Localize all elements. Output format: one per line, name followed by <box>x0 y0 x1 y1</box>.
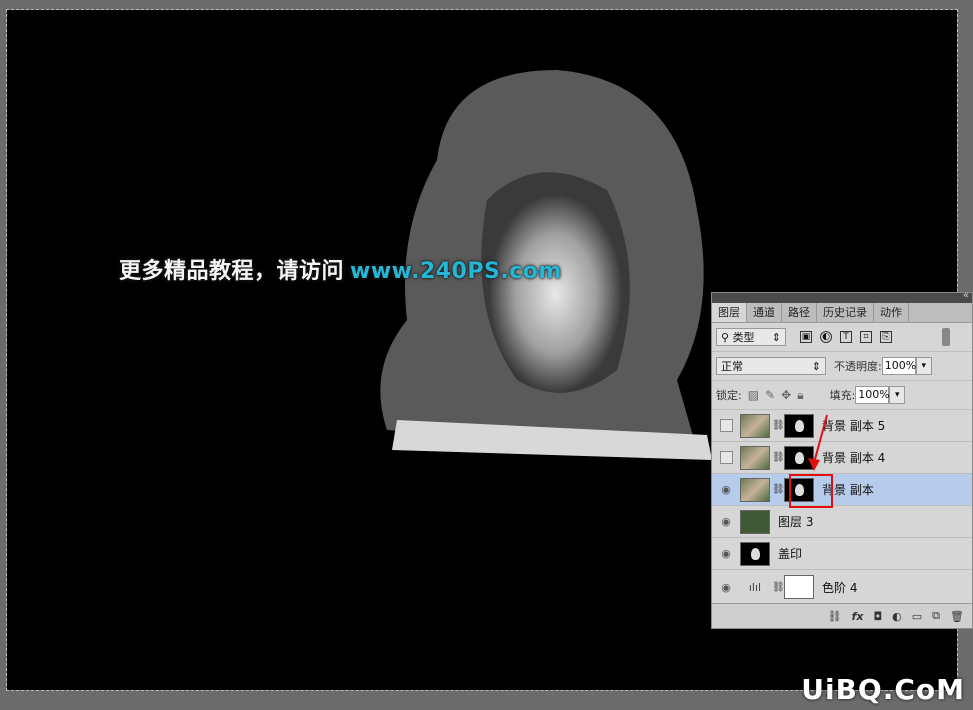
annotation-arrow <box>808 414 828 471</box>
link-icon[interactable]: ⛓ <box>772 484 785 495</box>
eye-icon[interactable]: ◉ <box>721 581 731 594</box>
tab-history[interactable]: 历史记录 <box>817 303 874 322</box>
filter-type-select[interactable]: ⚲ 类型 ⇕ <box>716 328 786 346</box>
chevron-down-icon: ⇕ <box>811 359 821 373</box>
filter-row: ⚲ 类型 ⇕ ▣ ◐ T ⌗ ⎘ <box>712 323 972 352</box>
panel-tabs: 图层 通道 路径 历史记录 动作 <box>712 303 972 323</box>
smart-object-filter-icon[interactable]: ⎘ <box>880 331 892 343</box>
panel-header: « <box>712 290 972 303</box>
opacity-input[interactable]: 100% <box>881 357 916 375</box>
visibility-toggle[interactable] <box>719 451 733 464</box>
shape-filter-icon[interactable]: ⌗ <box>860 331 872 343</box>
tab-channels[interactable]: 通道 <box>747 303 782 322</box>
fill-label: 填充: <box>829 389 856 402</box>
search-icon: ⚲ <box>721 330 733 344</box>
lock-label: 锁定: <box>716 389 742 402</box>
filter-icons: ▣ ◐ T ⌗ ⎘ <box>800 331 892 343</box>
brand-logo: UiBQ.CoM <box>801 673 965 706</box>
eye-icon[interactable]: ◉ <box>721 515 731 528</box>
eye-icon[interactable]: ◉ <box>721 547 731 560</box>
collapse-icon[interactable]: « <box>963 290 969 301</box>
layer-thumbnail <box>740 413 770 438</box>
eye-icon[interactable]: ◉ <box>721 483 731 496</box>
layer-thumbnail <box>740 509 770 534</box>
layer-row[interactable]: ◉ ılıl ⛓ 色阶 4 <box>712 570 972 605</box>
adjustment-filter-icon[interactable]: ◐ <box>820 331 832 343</box>
watermark-cn: 更多精品教程，请访问 <box>119 259 345 284</box>
lock-row: 锁定: ▨ ✎ ✥ 🔒︎ 填充: 100% ▾ <box>712 381 972 410</box>
filter-toggle[interactable] <box>942 328 950 346</box>
watermark-text: 更多精品教程，请访问 www.240PS.com <box>119 253 562 285</box>
pixel-filter-icon[interactable]: ▣ <box>800 331 812 343</box>
panel-bottom-bar: ⛓ fx ◘ ◐ ▭ ⧉ 🗑︎ <box>712 603 972 628</box>
tab-paths[interactable]: 路径 <box>782 303 817 322</box>
type-filter-icon[interactable]: T <box>840 331 852 343</box>
blend-mode-select[interactable]: 正常 ⇕ <box>716 357 826 375</box>
add-mask-icon[interactable]: ◘ <box>873 610 882 623</box>
blend-mode-value: 正常 <box>721 360 743 373</box>
layer-name: 色阶 4 <box>822 580 858 595</box>
link-icon[interactable]: ⛓ <box>772 582 785 593</box>
tab-actions[interactable]: 动作 <box>874 303 909 322</box>
link-icon[interactable]: ⛓ <box>772 452 785 463</box>
new-group-icon[interactable]: ▭ <box>912 610 922 623</box>
lock-all-icon[interactable]: 🔒︎ <box>797 388 803 403</box>
opacity-label: 不透明度: <box>834 360 882 373</box>
layer-row[interactable]: ◉ 图层 3 <box>712 506 972 538</box>
layer-thumbnail <box>740 477 770 502</box>
layer-row[interactable]: ◉ 盖印 <box>712 538 972 570</box>
layers-panel: « 图层 通道 路径 历史记录 动作 ⚲ 类型 ⇕ ▣ ◐ T ⌗ ⎘ 正常 ⇕ 不… <box>711 290 973 629</box>
opacity-dropdown-icon[interactable]: ▾ <box>915 357 932 375</box>
adjustment-layer-icon[interactable]: ◐ <box>892 610 902 623</box>
fx-icon[interactable]: fx <box>852 610 864 623</box>
blend-row: 正常 ⇕ 不透明度: 100% ▾ <box>712 352 972 381</box>
tab-layers[interactable]: 图层 <box>712 303 747 322</box>
layer-thumbnail <box>740 445 770 470</box>
filter-type-label: 类型 <box>732 331 755 344</box>
lock-pixels-icon[interactable]: ✎ <box>765 388 775 402</box>
layer-row[interactable]: ⛓ 背景 副本 4 <box>712 442 972 474</box>
layer-row[interactable]: ⛓ 背景 副本 5 <box>712 410 972 442</box>
chevron-down-icon: ⇕ <box>771 330 781 344</box>
fill-dropdown-icon[interactable]: ▾ <box>889 386 906 404</box>
watermark-url: www.240PS.com <box>350 259 562 284</box>
link-icon[interactable]: ⛓ <box>772 420 785 431</box>
layer-row-selected[interactable]: ◉ ⛓ 背景 副本 <box>712 474 972 508</box>
layer-mask-thumbnail[interactable] <box>784 575 814 599</box>
lock-position-icon[interactable]: ✥ <box>781 388 791 402</box>
mask-highlight-box <box>789 474 833 508</box>
fill-input[interactable]: 100% <box>855 386 890 404</box>
new-layer-icon[interactable]: ⧉ <box>932 609 940 623</box>
layer-thumbnail <box>740 541 770 566</box>
lock-transparent-icon[interactable]: ▨ <box>748 388 759 402</box>
trash-icon[interactable]: 🗑︎ <box>950 610 964 623</box>
visibility-toggle[interactable] <box>719 419 733 432</box>
layer-name: 盖印 <box>778 547 803 561</box>
layer-name: 图层 3 <box>778 515 814 529</box>
link-layers-icon[interactable]: ⛓ <box>828 610 842 623</box>
layer-list: ⛓ 背景 副本 5 ⛓ 背景 副本 4 ◉ ⛓ 背景 副本 ◉ 图层 3 ◉ 盖… <box>712 410 972 605</box>
levels-adjustment-icon: ılıl <box>748 580 762 594</box>
